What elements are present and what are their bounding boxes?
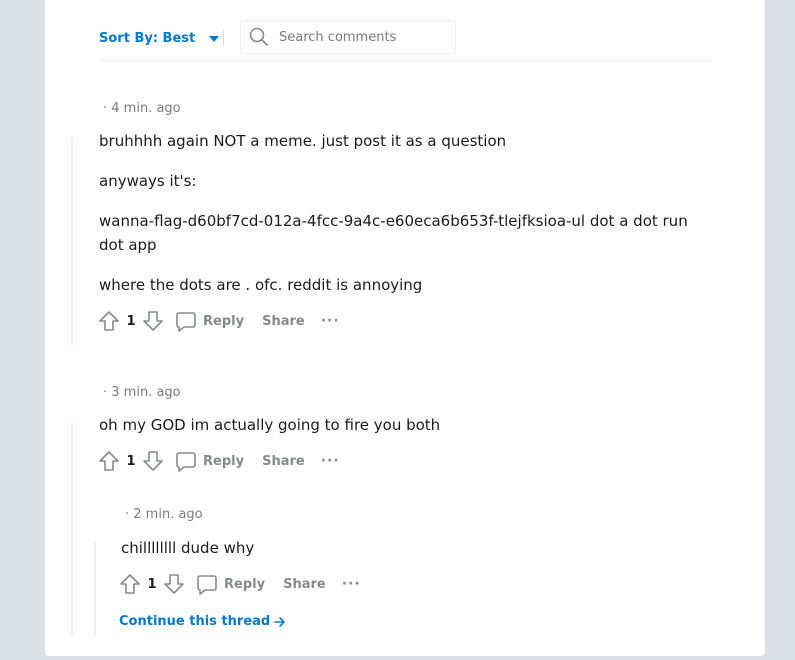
more-options-button[interactable]: ···: [342, 576, 361, 592]
comment-sort-bar: Sort By: Best: [99, 20, 711, 61]
comment-timestamp: · 3 min. ago: [103, 385, 181, 400]
share-button[interactable]: Share: [262, 454, 305, 469]
comment-paragraph: oh my GOD im actually going to fire you …: [99, 416, 441, 434]
comment-paragraph: chillllllll dude why: [121, 539, 255, 557]
vote-score: 1: [126, 453, 136, 469]
upvote-icon[interactable]: [118, 572, 142, 596]
reply-label: Reply: [224, 576, 266, 592]
reply-button[interactable]: Reply: [196, 573, 265, 595]
continue-thread-link[interactable]: Continue this thread: [119, 614, 286, 629]
reply-label: Reply: [203, 453, 245, 469]
comment-icon: [197, 575, 217, 595]
reply-button[interactable]: Reply: [175, 310, 244, 332]
divider: [223, 30, 224, 46]
reply-label: Reply: [203, 313, 245, 329]
comment-actions: 1 Reply Share ···: [97, 449, 340, 473]
reply-button[interactable]: Reply: [175, 450, 244, 472]
upvote-icon[interactable]: [97, 309, 121, 333]
vote-score: 1: [126, 313, 136, 329]
comment-timestamp: · 2 min. ago: [125, 507, 203, 522]
comment-actions: 1 Reply Share ···: [118, 572, 361, 596]
comment-icon: [176, 452, 196, 472]
more-options-button[interactable]: ···: [321, 453, 340, 469]
search-icon: [249, 27, 268, 46]
comment-paragraph: bruhhhh again NOT a meme. just post it a…: [99, 132, 507, 150]
comment-timestamp: · 4 min. ago: [103, 101, 181, 116]
search-input[interactable]: [277, 28, 451, 46]
more-options-button[interactable]: ···: [321, 313, 340, 329]
downvote-icon[interactable]: [141, 449, 165, 473]
share-label: Share: [283, 576, 326, 592]
comment-actions: 1 Reply Share ···: [97, 309, 340, 333]
search-box[interactable]: [240, 20, 456, 54]
thread-line[interactable]: [71, 422, 73, 636]
thread-line[interactable]: [94, 542, 96, 636]
comment-paragraph: where the dots are . ofc. reddit is anno…: [99, 276, 423, 294]
upvote-icon[interactable]: [97, 449, 121, 473]
sort-dropdown[interactable]: Sort By: Best: [99, 28, 220, 48]
vote-score: 1: [147, 576, 157, 592]
comment-paragraph: anyways it's:: [99, 172, 197, 190]
share-button[interactable]: Share: [262, 314, 305, 329]
comment-icon: [176, 312, 196, 332]
continue-thread-label: Continue this thread: [119, 614, 271, 629]
share-label: Share: [262, 453, 305, 469]
caret-down-icon: [209, 36, 220, 42]
downvote-icon[interactable]: [162, 572, 186, 596]
arrow-right-icon: [274, 616, 286, 627]
share-button[interactable]: Share: [283, 577, 326, 592]
share-label: Share: [262, 313, 305, 329]
thread-line[interactable]: [71, 138, 73, 346]
downvote-icon[interactable]: [141, 309, 165, 333]
comment-paragraph: wanna-flag-d60bf7cd-012a-4fcc-9a4c-e60ec…: [99, 212, 688, 254]
sort-label: Sort By: Best: [99, 30, 196, 46]
comments-panel: Sort By: Best · 4 min. ago bruhhhh again…: [45, 0, 765, 656]
